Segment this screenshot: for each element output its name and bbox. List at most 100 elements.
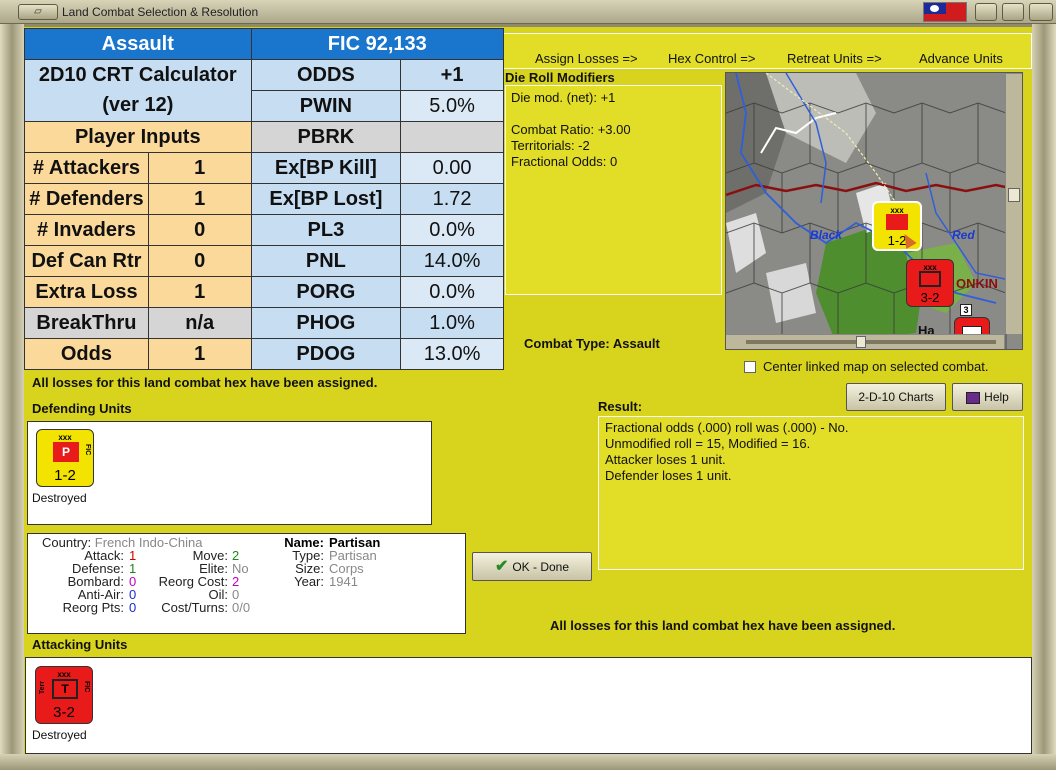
crt-output-label: PDOG xyxy=(250,338,402,370)
crt-output-label: ODDS xyxy=(250,59,402,91)
attacking-units-list: xxx T Terr FIC 3-2 Destroyed xyxy=(25,657,1032,754)
crt-input-value[interactable]: 1 xyxy=(147,276,252,308)
unit-strength: 3-2 xyxy=(920,290,940,305)
crt-input-value[interactable]: 0 xyxy=(147,245,252,277)
unit-info-panel: Country: French Indo-China Attack: 1 Def… xyxy=(27,533,466,634)
info-cost-turns: Cost/Turns: xyxy=(161,600,228,615)
crt-input-label: Def Can Rtr xyxy=(24,245,149,277)
crt-input-label: # Defenders xyxy=(24,183,149,215)
map-unit-attacker[interactable]: xxx 3-2 xyxy=(906,259,954,307)
window-frame-bottom xyxy=(0,754,1056,770)
crt-output-label: Ex[BP Lost] xyxy=(250,183,402,215)
info-year-value: 1941 xyxy=(329,574,358,589)
charts-button[interactable]: 2-D-10 Charts xyxy=(846,383,946,411)
crt-input-label: Odds xyxy=(24,338,149,370)
losses-assigned-message: All losses for this land combat hex have… xyxy=(32,375,378,390)
system-menu-button[interactable]: ▱ xyxy=(18,4,58,20)
unit-side-label: FIC xyxy=(84,444,91,456)
crt-input-label: BreakThru xyxy=(24,307,149,339)
unit-type-icon xyxy=(919,271,941,287)
crt-input-value[interactable]: 1 xyxy=(147,152,252,184)
crt-player-inputs-heading: Player Inputs xyxy=(24,121,252,153)
crt-input-label: Extra Loss xyxy=(24,276,149,308)
info-year: Year: xyxy=(294,574,324,589)
attacking-units-label: Attacking Units xyxy=(32,637,128,652)
crt-input-label: # Attackers xyxy=(24,152,149,184)
crt-output-value: 1.72 xyxy=(400,183,504,215)
drm-label: Die Roll Modifiers xyxy=(505,70,615,85)
result-line: Attacker loses 1 unit. xyxy=(605,452,726,467)
info-reorg-pts: Reorg Pts: xyxy=(62,600,124,615)
checkmark-icon: ✔ xyxy=(494,558,509,575)
info-cost-turns-value: 0/0 xyxy=(232,600,251,615)
combat-type-label: Combat Type: xyxy=(524,336,610,351)
map-vertical-scrollbar[interactable] xyxy=(1005,74,1022,334)
window-frame-left xyxy=(0,24,24,770)
help-button[interactable]: Help xyxy=(952,383,1023,411)
crt-calc-title: 2D10 CRT Calculator xyxy=(24,59,252,91)
unit-type-icon xyxy=(886,214,908,230)
linked-map[interactable]: Black Red ONKIN Ha xxx 1-2 xxx 3-2 3 xyxy=(725,72,1023,350)
step-hex-control[interactable]: Hex Control => xyxy=(668,51,755,66)
defending-unit-counter[interactable]: xxx P FIC 1-2 xyxy=(36,429,94,487)
result-label: Result: xyxy=(598,399,643,414)
center-map-checkbox[interactable] xyxy=(744,361,756,373)
crt-output-value: 0.0% xyxy=(400,276,504,308)
losses-assigned-message-bottom: All losses for this land combat hex have… xyxy=(550,618,896,633)
crt-output-value: +1 xyxy=(400,59,504,91)
window-title: Land Combat Selection & Resolution xyxy=(62,5,259,19)
defending-unit-status: Destroyed xyxy=(32,491,87,505)
crt-output-value xyxy=(400,121,504,153)
flag-icon xyxy=(923,2,967,22)
partisan-unit-icon: P xyxy=(53,442,79,462)
maximize-button[interactable] xyxy=(1002,3,1024,21)
crt-output-value: 14.0% xyxy=(400,245,504,277)
help-book-icon xyxy=(966,391,981,404)
ok-done-button[interactable]: ✔ OK - Done xyxy=(472,552,592,581)
unit-strength: 1-2 xyxy=(54,467,76,484)
drm-line: Territorials: -2 xyxy=(511,138,590,153)
title-bar: ▱ Land Combat Selection & Resolution xyxy=(0,0,1056,24)
map-label-tonkin: ONKIN xyxy=(956,276,998,291)
crt-output-value: 0.0% xyxy=(400,214,504,246)
step-assign-losses[interactable]: Assign Losses => xyxy=(535,51,638,66)
close-button[interactable] xyxy=(1029,3,1053,21)
crt-output-value: 5.0% xyxy=(400,90,504,122)
unit-type-letter: P xyxy=(61,445,70,459)
drm-line: Combat Ratio: +3.00 xyxy=(511,122,631,137)
ok-done-label: OK - Done xyxy=(512,560,570,574)
crt-output-label: Ex[BP Kill] xyxy=(250,152,402,184)
unit-size-label: xxx xyxy=(57,670,71,679)
crt-output-label: PNL xyxy=(250,245,402,277)
map-label-red-river: Red xyxy=(952,228,975,242)
crt-output-label: PHOG xyxy=(250,307,402,339)
crt-calculator: Assault FIC 92,133 2D10 CRT Calculator O… xyxy=(24,28,505,370)
help-label: Help xyxy=(984,390,1009,404)
result-line: Defender loses 1 unit. xyxy=(605,468,732,483)
result-line: Unmodified roll = 15, Modified = 16. xyxy=(605,436,811,451)
crt-header-left: Assault xyxy=(24,28,252,60)
attacking-unit-counter[interactable]: xxx T Terr FIC 3-2 xyxy=(35,666,93,724)
minimize-button[interactable] xyxy=(975,3,997,21)
map-horizontal-scrollbar[interactable] xyxy=(726,334,1004,349)
territorial-unit-icon: T xyxy=(52,679,78,699)
crt-input-label: # Invaders xyxy=(24,214,149,246)
crt-input-value[interactable]: 1 xyxy=(147,183,252,215)
window-frame-right xyxy=(1032,24,1056,770)
step-advance-units[interactable]: Advance Units xyxy=(919,51,1003,66)
crt-output-label: PORG xyxy=(250,276,402,308)
crt-input-value[interactable]: 0 xyxy=(147,214,252,246)
step-retreat-units[interactable]: Retreat Units => xyxy=(787,51,882,66)
crt-input-value: n/a xyxy=(147,307,252,339)
center-map-label: Center linked map on selected combat. xyxy=(763,359,989,374)
combat-type-value: Assault xyxy=(612,336,660,351)
unit-side-label: FIC xyxy=(83,681,90,693)
crt-input-value[interactable]: 1 xyxy=(147,338,252,370)
unit-type-letter: T xyxy=(61,682,69,696)
defending-units-label: Defending Units xyxy=(32,401,132,416)
unit-size-label: xxx xyxy=(58,433,72,442)
crt-output-label: PWIN xyxy=(250,90,402,122)
drm-line xyxy=(511,106,716,122)
unit-strength: 3-2 xyxy=(53,704,75,721)
combat-type: Combat Type: Assault xyxy=(524,336,660,351)
